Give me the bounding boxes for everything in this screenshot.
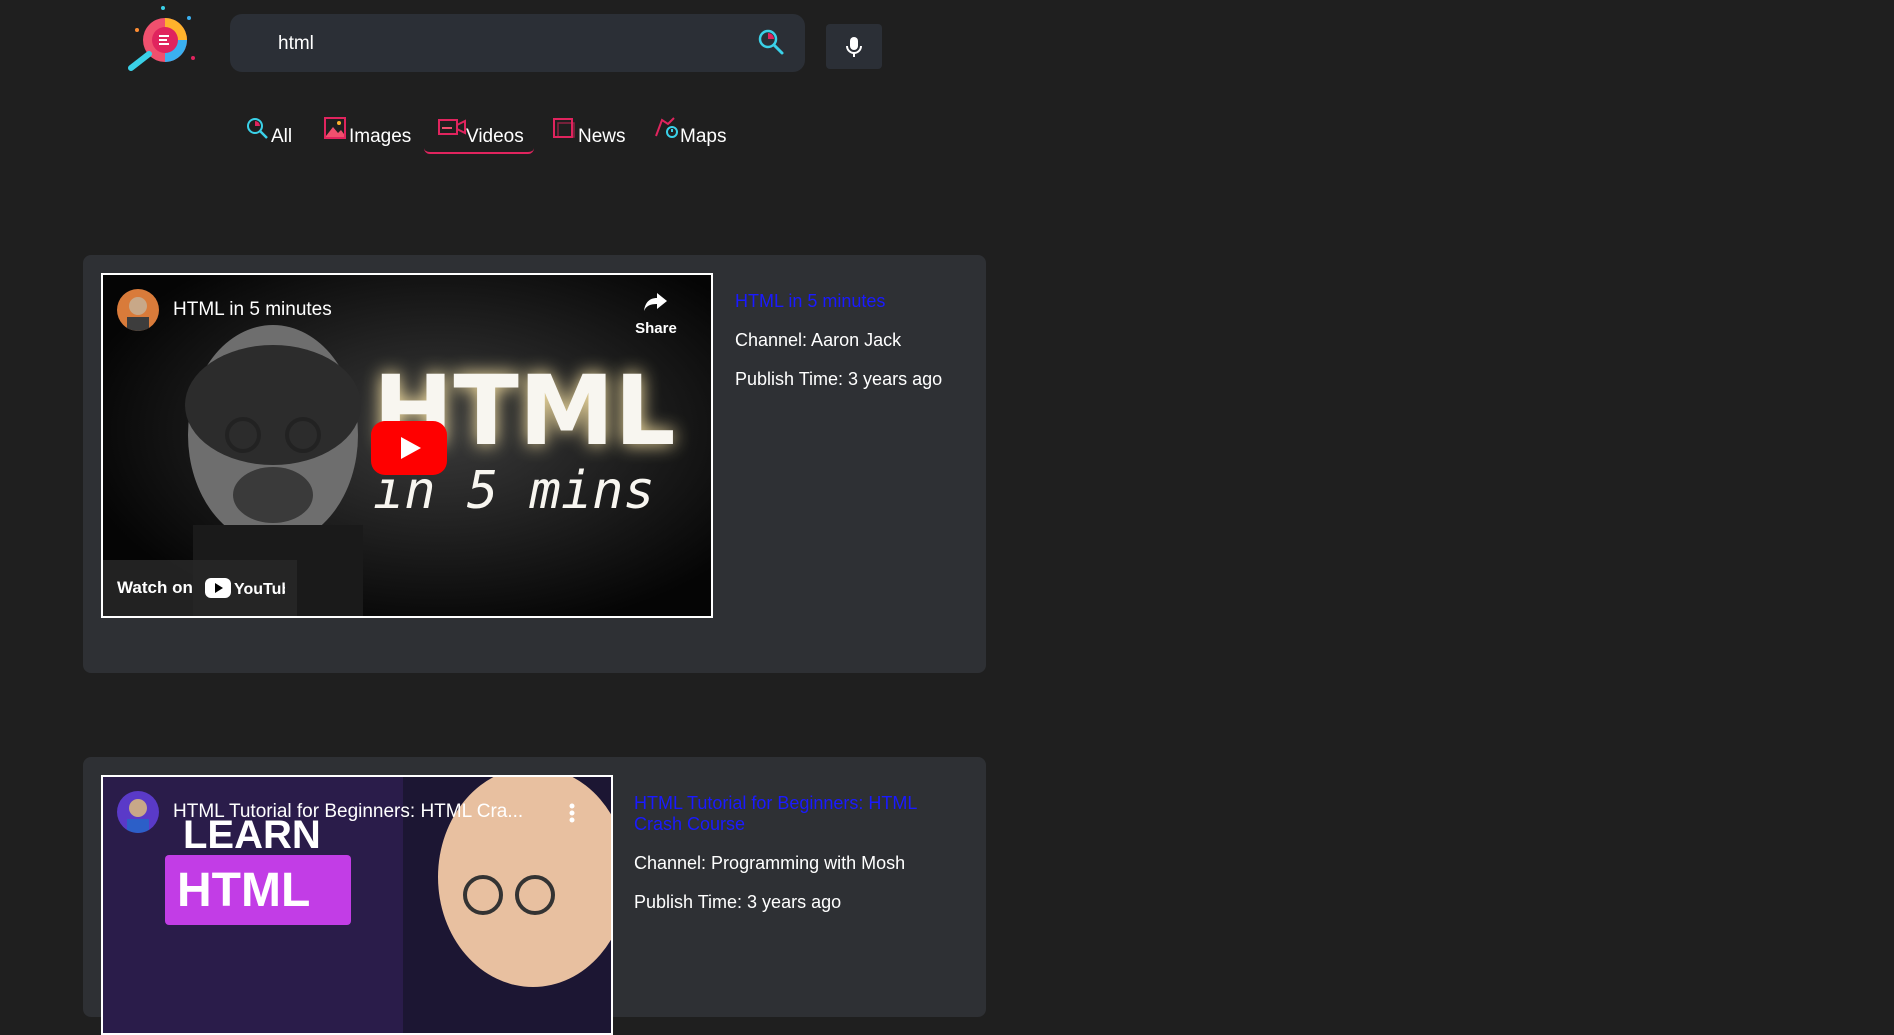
video-camera-icon xyxy=(438,119,466,135)
search-icon xyxy=(247,118,268,139)
tab-label: Videos xyxy=(466,126,524,147)
video-info: HTML Tutorial for Beginners: HTML Crash … xyxy=(634,793,944,913)
svg-text:YouTube: YouTube xyxy=(234,581,285,598)
search-icon[interactable] xyxy=(756,27,786,57)
logo[interactable] xyxy=(123,4,203,74)
video-embed-title[interactable]: HTML Tutorial for Beginners: HTML Cra... xyxy=(173,801,523,823)
watch-on-youtube[interactable]: Watch on YouTube xyxy=(103,560,297,616)
tab-images[interactable]: Images xyxy=(323,112,413,154)
watch-on-label: Watch on xyxy=(117,578,193,597)
search-tabs: All Images Videos News Maps xyxy=(0,112,1000,158)
publish-time: Publish Time: 3 years ago xyxy=(634,892,842,912)
map-icon xyxy=(655,117,678,138)
channel-avatar[interactable] xyxy=(117,791,159,833)
tab-maps[interactable]: Maps xyxy=(654,112,734,154)
thumbnail-html-text: HTML xyxy=(177,864,311,917)
share-label: Share xyxy=(635,320,677,337)
channel-name: Channel: Aaron Jack xyxy=(735,330,902,350)
play-button[interactable] xyxy=(371,421,447,475)
share-button[interactable]: Share xyxy=(631,291,681,345)
tab-label: All xyxy=(271,126,293,147)
microphone-icon xyxy=(846,36,862,57)
video-result-card: HTML in 5 mins HTML in 5 minutes Share W… xyxy=(83,255,986,673)
video-title-link[interactable]: HTML Tutorial for Beginners: HTML Crash … xyxy=(634,793,944,835)
image-icon xyxy=(324,117,346,139)
tab-label: Images xyxy=(349,126,412,147)
video-embed[interactable]: LEARN HTML HTML Tutorial for Beginners: … xyxy=(101,775,613,1035)
video-title-link[interactable]: HTML in 5 minutes xyxy=(735,291,965,312)
share-icon xyxy=(644,293,667,311)
publish-time: Publish Time: 3 years ago xyxy=(735,369,943,389)
video-result-card: LEARN HTML HTML Tutorial for Beginners: … xyxy=(83,757,986,1035)
thumbnail-badge: HTML xyxy=(165,855,351,925)
tab-videos[interactable]: Videos xyxy=(424,112,534,154)
more-options-icon[interactable] xyxy=(569,803,575,823)
tab-label: Maps xyxy=(680,126,727,147)
video-info: HTML in 5 minutes Channel: Aaron Jack Pu… xyxy=(735,291,965,390)
voice-search-button[interactable] xyxy=(826,24,882,69)
search-input[interactable] xyxy=(276,30,720,58)
tab-label: News xyxy=(578,126,626,147)
video-embed[interactable]: HTML in 5 mins HTML in 5 minutes Share W… xyxy=(101,273,713,618)
video-embed-title[interactable]: HTML in 5 minutes xyxy=(173,299,332,321)
youtube-logo-icon: YouTube xyxy=(205,578,285,598)
search-bar xyxy=(230,14,805,72)
tab-news[interactable]: News xyxy=(552,112,632,154)
tab-all[interactable]: All xyxy=(245,112,295,154)
news-icon xyxy=(553,118,575,138)
channel-name: Channel: Programming with Mosh xyxy=(634,853,906,873)
channel-avatar[interactable] xyxy=(117,289,159,331)
